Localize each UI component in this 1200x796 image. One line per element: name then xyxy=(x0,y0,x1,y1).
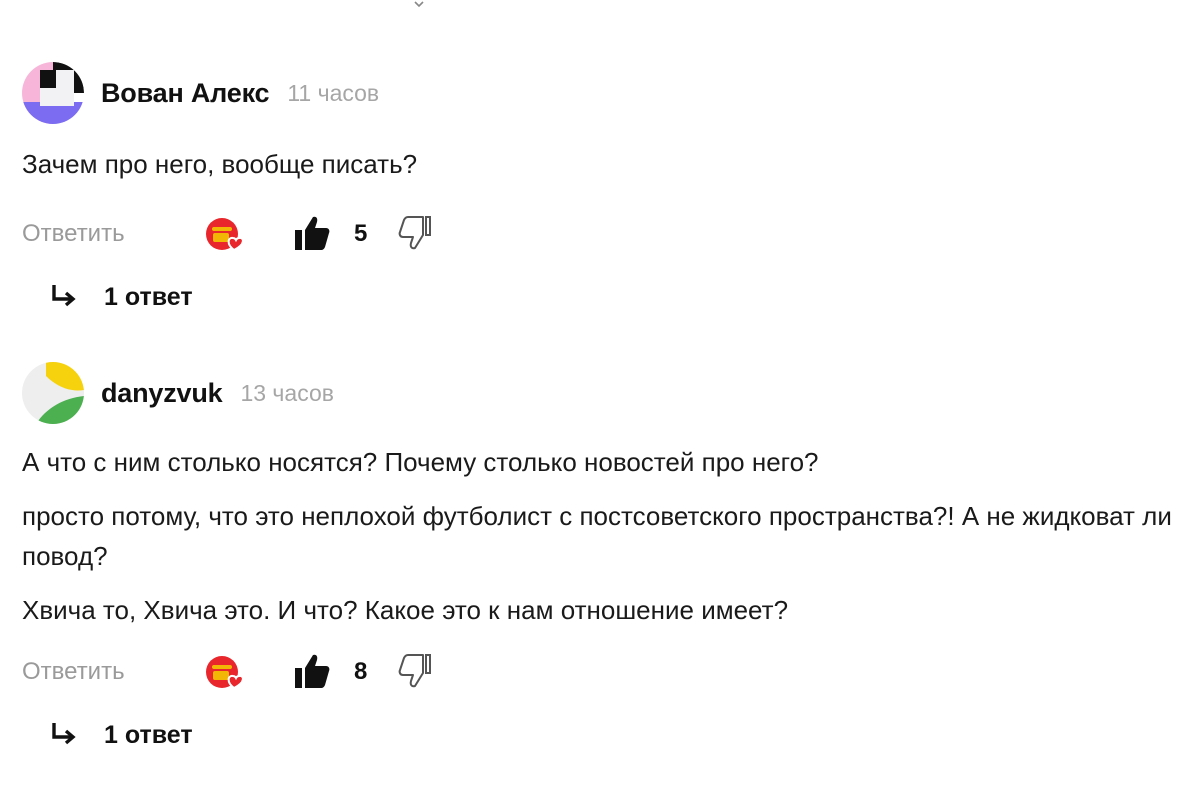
comment: danyzvuk 13 часов А что с ним столько но… xyxy=(22,360,1182,757)
comment-text: Хвича то, Хвича это. И что? Какое это к … xyxy=(22,595,789,625)
comment-header: danyzvuk 13 часов xyxy=(22,360,1182,426)
comment-text: просто потому, что это неплохой футболис… xyxy=(22,501,1172,571)
comment-time: 11 часов xyxy=(287,79,380,106)
reply-arrow-icon xyxy=(52,723,76,745)
thumbs-down-icon[interactable] xyxy=(398,215,432,251)
replies-toggle[interactable]: 1 ответ xyxy=(22,717,1182,757)
replies-toggle[interactable]: 1 ответ xyxy=(22,279,1182,319)
comment-actions: Ответить 8 xyxy=(22,652,1182,692)
like-count: 5 xyxy=(354,220,368,247)
avatar[interactable] xyxy=(22,362,84,424)
replies-count[interactable]: 1 ответ xyxy=(104,283,193,312)
comment-header: Вован Алекс 11 часов xyxy=(22,60,1182,126)
thumbs-down-icon[interactable] xyxy=(398,653,432,689)
comment-text: А что с ним столько носятся? Почему стол… xyxy=(22,447,819,477)
thumbs-up-icon[interactable] xyxy=(294,214,330,252)
reply-arrow-icon xyxy=(52,285,76,307)
comment-time: 13 часов xyxy=(240,379,334,406)
comment-text: Зачем про него, вообще писать? xyxy=(22,149,418,179)
emoji-reaction-icon[interactable] xyxy=(204,214,248,254)
reply-button[interactable]: Ответить xyxy=(22,658,125,686)
author-name[interactable]: Вован Алекс xyxy=(101,78,270,109)
reply-button[interactable]: Ответить xyxy=(22,220,125,248)
comment-actions: Ответить 5 xyxy=(22,214,1182,254)
avatar[interactable] xyxy=(22,62,84,124)
comment: Вован Алекс 11 часов Зачем про него, воо… xyxy=(22,60,1182,319)
thumbs-up-icon[interactable] xyxy=(294,652,330,690)
comment-body: А что с ним столько носятся? Почему стол… xyxy=(22,442,1182,630)
comments-page: Вован Алекс 11 часов Зачем про него, воо… xyxy=(0,0,1200,796)
emoji-reaction-icon[interactable] xyxy=(204,652,248,692)
like-count: 8 xyxy=(354,658,368,685)
comment-body: Зачем про него, вообще писать? xyxy=(22,144,1182,184)
author-name[interactable]: danyzvuk xyxy=(101,378,223,409)
replies-count[interactable]: 1 ответ xyxy=(104,721,193,750)
chevron-down-icon[interactable] xyxy=(414,0,424,8)
